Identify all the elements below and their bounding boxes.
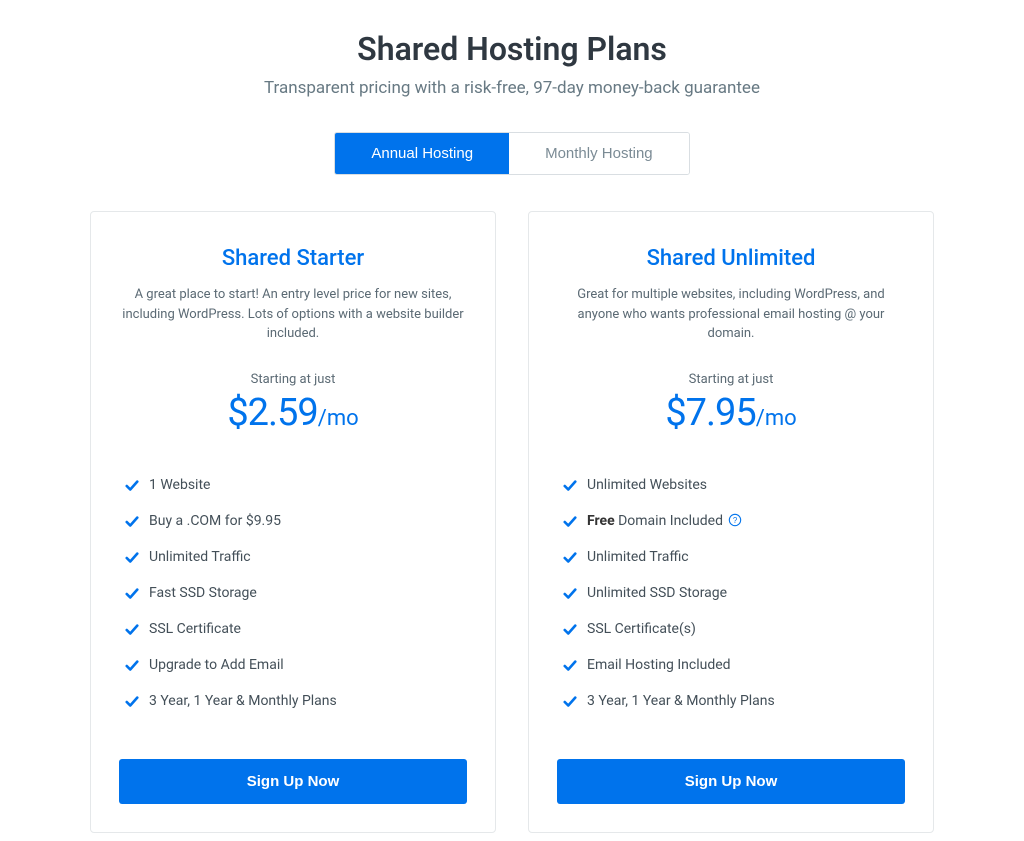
feature-bold: Free bbox=[587, 513, 615, 529]
price-amount: $2.59 bbox=[227, 391, 317, 435]
price-period: /mo bbox=[318, 406, 359, 431]
feature-text: SSL Certificate(s) bbox=[587, 621, 696, 637]
tab-annual[interactable]: Annual Hosting bbox=[335, 133, 509, 174]
check-icon bbox=[563, 695, 577, 709]
check-icon bbox=[563, 515, 577, 529]
plan-name: Shared Starter bbox=[119, 246, 467, 271]
feature-text: Email Hosting Included bbox=[587, 657, 731, 673]
list-item: 3 Year, 1 Year & Monthly Plans bbox=[125, 683, 467, 719]
list-item: SSL Certificate bbox=[125, 611, 467, 647]
list-item: Unlimited Websites bbox=[563, 467, 905, 503]
tab-monthly[interactable]: Monthly Hosting bbox=[509, 133, 689, 174]
check-icon bbox=[563, 623, 577, 637]
feature-list: 1 Website Buy a .COM for $9.95 Unlimited… bbox=[125, 467, 467, 719]
check-icon bbox=[125, 659, 139, 673]
feature-rest: Domain Included bbox=[615, 513, 723, 529]
plan-name: Shared Unlimited bbox=[557, 246, 905, 271]
check-icon bbox=[563, 551, 577, 565]
plan-card-starter: Shared Starter A great place to start! A… bbox=[90, 211, 496, 833]
feature-text: 3 Year, 1 Year & Monthly Plans bbox=[149, 693, 337, 709]
sign-up-button[interactable]: Sign Up Now bbox=[119, 759, 467, 804]
feature-text: Unlimited Traffic bbox=[149, 549, 251, 565]
list-item: 1 Website bbox=[125, 467, 467, 503]
page-subtitle: Transparent pricing with a risk-free, 97… bbox=[90, 78, 934, 98]
list-item: Email Hosting Included bbox=[563, 647, 905, 683]
billing-tabs: Annual Hosting Monthly Hosting bbox=[334, 132, 689, 175]
feature-text: Unlimited Websites bbox=[587, 477, 707, 493]
list-item: Unlimited Traffic bbox=[125, 539, 467, 575]
price-amount: $7.95 bbox=[665, 391, 755, 435]
check-icon bbox=[125, 551, 139, 565]
list-item: SSL Certificate(s) bbox=[563, 611, 905, 647]
check-icon bbox=[125, 623, 139, 637]
feature-text: Fast SSD Storage bbox=[149, 585, 257, 601]
feature-text: Unlimited Traffic bbox=[587, 549, 689, 565]
feature-text: Unlimited SSD Storage bbox=[587, 585, 727, 601]
price: $7.95/mo bbox=[557, 391, 905, 435]
list-item: Upgrade to Add Email bbox=[125, 647, 467, 683]
list-item: Buy a .COM for $9.95 bbox=[125, 503, 467, 539]
check-icon bbox=[563, 587, 577, 601]
page-title: Shared Hosting Plans bbox=[90, 30, 934, 68]
list-item: 3 Year, 1 Year & Monthly Plans bbox=[563, 683, 905, 719]
feature-text: SSL Certificate bbox=[149, 621, 241, 637]
list-item: Fast SSD Storage bbox=[125, 575, 467, 611]
feature-list: Unlimited Websites Free Domain Included … bbox=[563, 467, 905, 719]
feature-text: 1 Website bbox=[149, 477, 210, 493]
plans-row: Shared Starter A great place to start! A… bbox=[90, 211, 934, 833]
check-icon bbox=[563, 659, 577, 673]
list-item: Unlimited Traffic bbox=[563, 539, 905, 575]
starting-at-label: Starting at just bbox=[119, 372, 467, 387]
feature-text: Buy a .COM for $9.95 bbox=[149, 513, 281, 529]
price: $2.59/mo bbox=[119, 391, 467, 435]
price-period: /mo bbox=[756, 406, 797, 431]
starting-at-label: Starting at just bbox=[557, 372, 905, 387]
plan-desc: Great for multiple websites, including W… bbox=[557, 285, 905, 344]
feature-text: Free Domain Included ? bbox=[587, 513, 742, 529]
check-icon bbox=[125, 695, 139, 709]
check-icon bbox=[125, 479, 139, 493]
plan-desc: A great place to start! An entry level p… bbox=[119, 285, 467, 344]
plan-card-unlimited: Shared Unlimited Great for multiple webs… bbox=[528, 211, 934, 833]
feature-text: Upgrade to Add Email bbox=[149, 657, 284, 673]
check-icon bbox=[125, 587, 139, 601]
feature-text: 3 Year, 1 Year & Monthly Plans bbox=[587, 693, 775, 709]
check-icon bbox=[125, 515, 139, 529]
list-item: Unlimited SSD Storage bbox=[563, 575, 905, 611]
sign-up-button[interactable]: Sign Up Now bbox=[557, 759, 905, 804]
list-item: Free Domain Included ? bbox=[563, 503, 905, 539]
help-icon[interactable]: ? bbox=[728, 513, 742, 527]
svg-text:?: ? bbox=[733, 516, 738, 525]
check-icon bbox=[563, 479, 577, 493]
